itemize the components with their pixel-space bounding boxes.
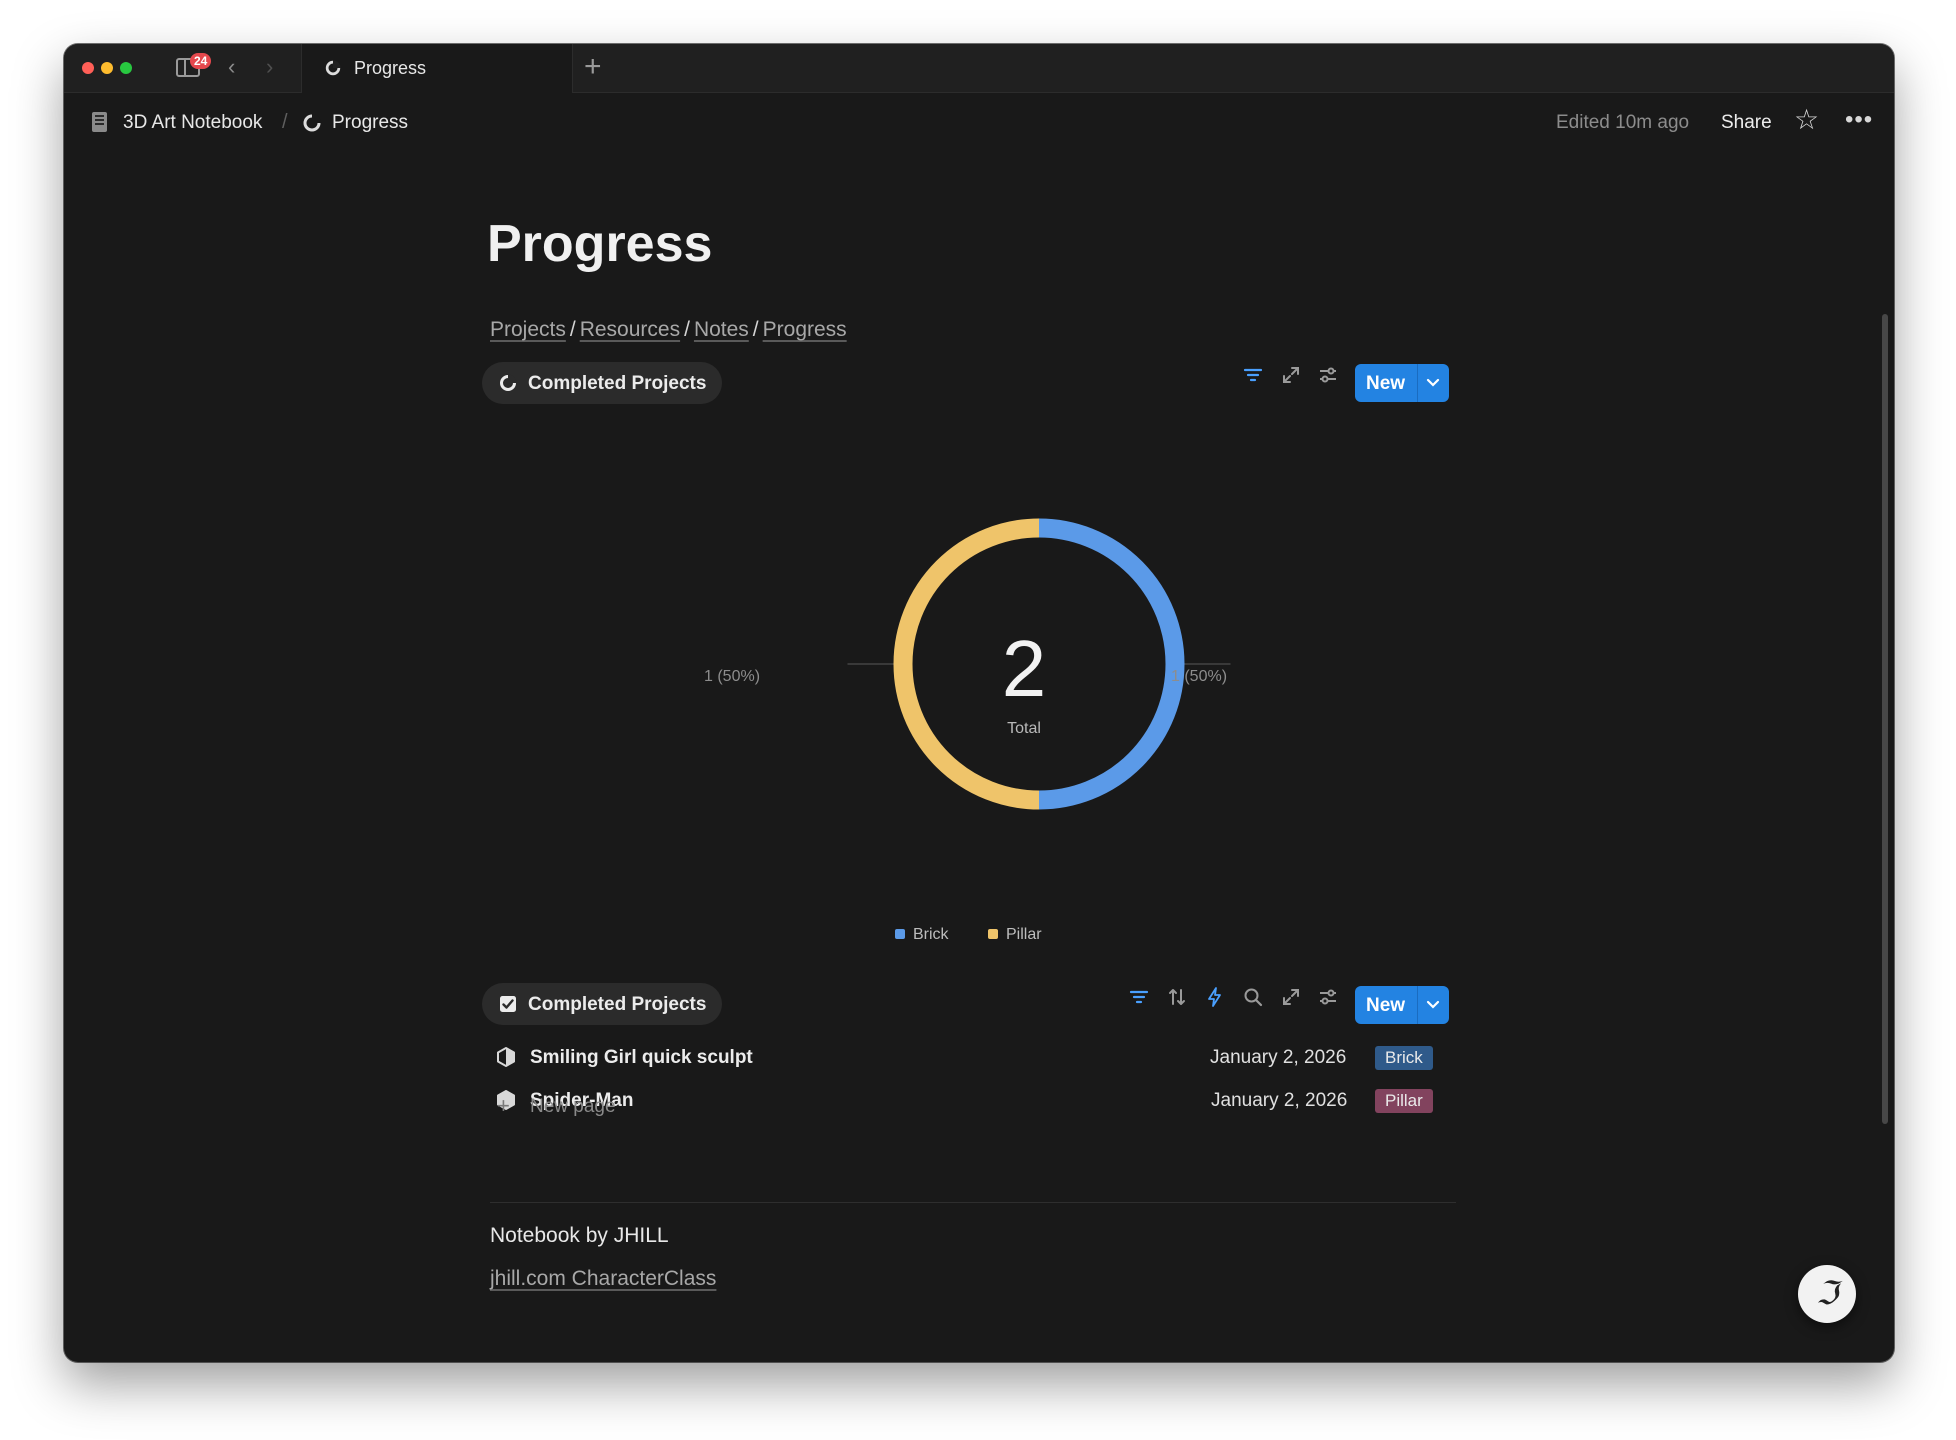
settings-icon[interactable] bbox=[1317, 364, 1339, 386]
legend-swatch-pillar bbox=[988, 929, 998, 939]
breadcrumb-separator: / bbox=[282, 111, 288, 133]
edited-timestamp: Edited 10m ago bbox=[1556, 112, 1690, 133]
link-separator: / bbox=[752, 318, 759, 341]
new-button-label: New bbox=[1366, 995, 1406, 1016]
checkbox-icon bbox=[500, 996, 516, 1012]
link-separator: / bbox=[684, 318, 690, 341]
footer-link[interactable]: jhill.com CharacterClass bbox=[490, 1267, 716, 1291]
expand-icon[interactable] bbox=[1280, 364, 1302, 386]
breadcrumb-page[interactable]: Progress bbox=[332, 112, 408, 134]
chevron-down-icon[interactable] bbox=[1423, 994, 1443, 1014]
half-cube-icon bbox=[497, 1047, 515, 1067]
forward-arrow-icon[interactable]: › bbox=[266, 56, 273, 78]
breadcrumb-workspace[interactable]: 3D Art Notebook bbox=[123, 112, 262, 134]
list-view-name: Completed Projects bbox=[528, 994, 707, 1015]
link-notes[interactable]: Notes bbox=[694, 318, 749, 341]
slice-label-brick: 1 (50%) bbox=[1171, 668, 1228, 685]
new-button-divider bbox=[1417, 364, 1418, 402]
status-badge: Pillar bbox=[1375, 1089, 1433, 1113]
link-resources[interactable]: Resources bbox=[580, 318, 680, 341]
status-badge: Brick bbox=[1375, 1046, 1433, 1070]
page-title: Progress bbox=[487, 215, 713, 273]
new-tab-plus-icon[interactable]: + bbox=[584, 52, 602, 82]
row-date: January 2, 2026 bbox=[1211, 1090, 1348, 1111]
slice-label-pillar: 1 (50%) bbox=[704, 668, 761, 685]
filter-icon[interactable] bbox=[1128, 986, 1150, 1008]
link-progress[interactable]: Progress bbox=[763, 318, 847, 341]
settings-icon[interactable] bbox=[1317, 986, 1339, 1008]
app-window: 24 ‹ › Progress + 3D Art Notebook / Prog… bbox=[64, 44, 1894, 1362]
new-button-label: New bbox=[1366, 373, 1406, 394]
star-icon[interactable]: ☆ bbox=[1794, 106, 1819, 134]
page-links: Projects / Resources / Notes / Progress bbox=[490, 318, 847, 342]
divider bbox=[490, 1202, 1456, 1203]
back-arrow-icon[interactable]: ‹ bbox=[228, 56, 235, 78]
chart-view-tab[interactable]: Completed Projects bbox=[482, 362, 722, 404]
notebook-icon bbox=[92, 112, 107, 132]
notification-badge: 24 bbox=[190, 53, 212, 69]
legend-label-brick: Brick bbox=[913, 926, 949, 943]
footer-credit: Notebook by JHILL bbox=[490, 1224, 669, 1247]
pie-chart-icon bbox=[500, 374, 517, 391]
plus-icon[interactable]: + bbox=[497, 1095, 510, 1117]
list-new-button[interactable]: New bbox=[1355, 986, 1449, 1024]
tab-progress[interactable]: Progress bbox=[301, 44, 573, 93]
scrollbar[interactable] bbox=[1882, 314, 1888, 1124]
row-date: January 2, 2026 bbox=[1210, 1047, 1347, 1068]
legend-label-pillar: Pillar bbox=[1006, 926, 1042, 943]
chart-total-label: Total bbox=[1007, 720, 1041, 737]
chevron-down-icon[interactable] bbox=[1423, 372, 1443, 392]
help-icon: ℑ bbox=[1815, 1274, 1839, 1312]
link-projects[interactable]: Projects bbox=[490, 318, 566, 341]
new-page-button[interactable]: New page bbox=[530, 1096, 616, 1118]
sort-icon[interactable] bbox=[1166, 986, 1188, 1008]
automation-icon[interactable] bbox=[1204, 986, 1226, 1008]
search-icon[interactable] bbox=[1242, 986, 1264, 1008]
chart-view-name: Completed Projects bbox=[528, 373, 707, 394]
legend-item-brick[interactable]: Brick bbox=[895, 926, 949, 944]
pie-chart-icon bbox=[325, 60, 341, 76]
close-window-button[interactable] bbox=[82, 62, 94, 74]
share-button[interactable]: Share bbox=[1721, 112, 1772, 134]
pie-chart-icon bbox=[303, 114, 321, 132]
zoom-window-button[interactable] bbox=[120, 62, 132, 74]
filter-icon[interactable] bbox=[1242, 364, 1264, 386]
expand-icon[interactable] bbox=[1280, 986, 1302, 1008]
chart-new-button[interactable]: New bbox=[1355, 364, 1449, 402]
legend-item-pillar[interactable]: Pillar bbox=[988, 926, 1042, 944]
new-button-divider bbox=[1417, 986, 1418, 1024]
minimize-window-button[interactable] bbox=[101, 62, 113, 74]
link-separator: / bbox=[569, 318, 576, 341]
top-bar: 3D Art Notebook / Progress Edited 10m ag… bbox=[64, 92, 1894, 154]
help-button[interactable]: ℑ bbox=[1798, 1265, 1856, 1323]
tab-bar: 24 ‹ › Progress + bbox=[64, 44, 1894, 93]
more-options-icon[interactable]: ••• bbox=[1845, 106, 1873, 134]
legend-swatch-brick bbox=[895, 929, 905, 939]
list-view-tab[interactable]: Completed Projects bbox=[482, 983, 722, 1025]
tab-label: Progress bbox=[354, 58, 427, 78]
row-title[interactable]: Smiling Girl quick sculpt bbox=[530, 1047, 753, 1069]
chart-total-value: 2 bbox=[1001, 624, 1047, 713]
